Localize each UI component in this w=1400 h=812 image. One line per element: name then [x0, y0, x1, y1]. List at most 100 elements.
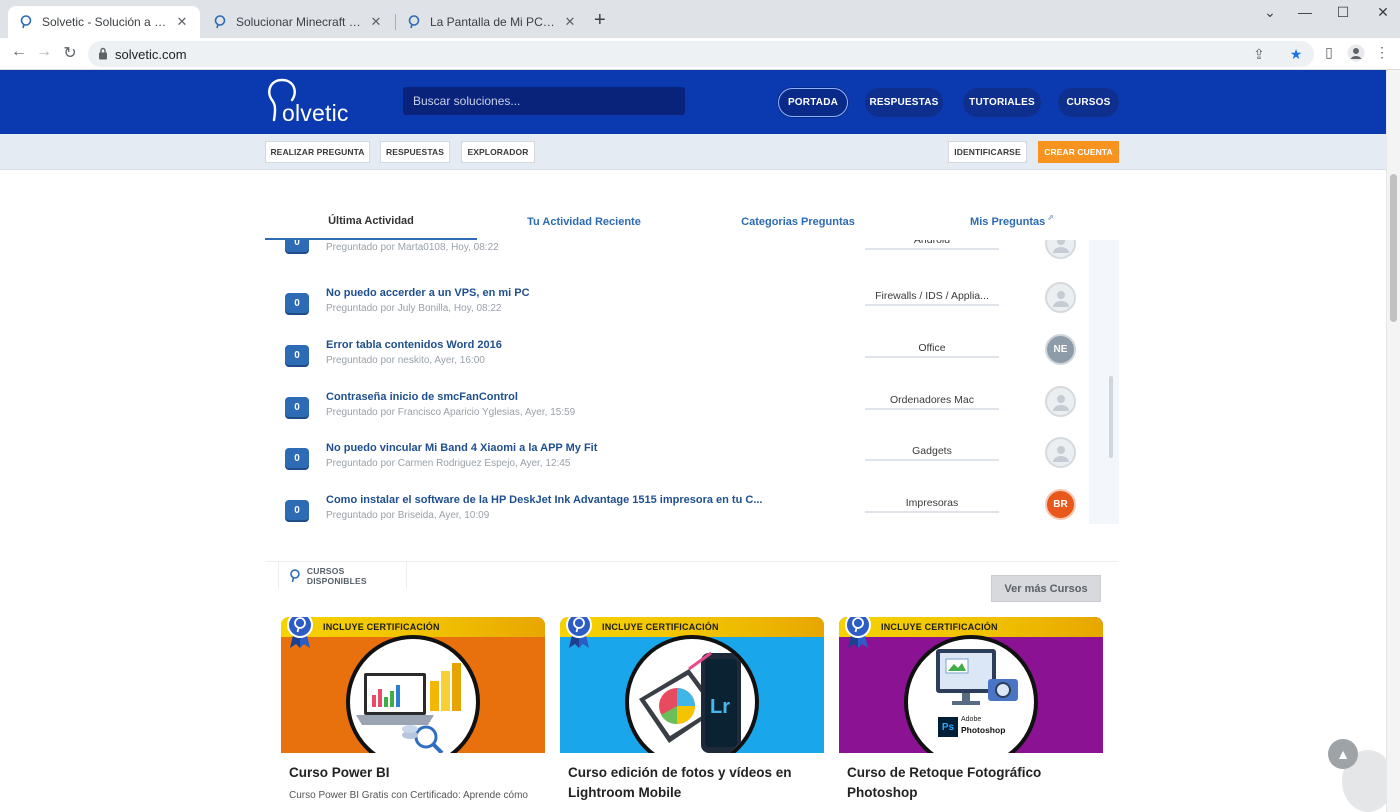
action-subbar: REALIZAR PREGUNTA RESPUESTAS EXPLORADOR …	[0, 134, 1386, 170]
course-description: Curso Power BI Gratis con Certificado: A…	[289, 790, 528, 801]
course-image[interactable]: INCLUYE CERTIFICACIÓN Ps Adobe Photoshop	[839, 617, 1103, 753]
tab-title: La Pantalla de Mi PC no se ve Cor	[430, 15, 556, 29]
browser-tabstrip: Solvetic - Solución a los problem ✕ Solu…	[0, 0, 1400, 38]
course-title[interactable]: Curso Power BI	[289, 763, 539, 783]
category-tag[interactable]: Firewalls / IDS / Applia...	[865, 288, 999, 306]
ribbon-text: INCLUYE CERTIFICACIÓN	[602, 622, 719, 632]
avatar[interactable]	[1045, 437, 1076, 468]
answers-button[interactable]: RESPUESTAS	[380, 141, 450, 163]
avatar[interactable]	[1045, 240, 1076, 259]
question-row[interactable]: 0 Error tabla contenidos Word 2016 Pregu…	[265, 334, 1085, 391]
tab-mis-preguntas[interactable]: Mis Preguntas ⇗	[905, 204, 1119, 240]
question-row[interactable]: 0 Contraseña inicio de smcFanControl Pre…	[265, 386, 1085, 443]
question-meta: Preguntado por Briseida, Ayer, 10:09	[326, 510, 490, 521]
explorer-button[interactable]: EXPLORADOR	[461, 141, 535, 163]
list-scrollbar[interactable]	[1109, 376, 1113, 458]
avatar[interactable]	[1045, 282, 1076, 313]
question-meta: Preguntado por Marta0108, Hoy, 08:22	[326, 242, 499, 253]
question-title[interactable]: Error tabla contenidos Word 2016	[326, 339, 502, 351]
tab-search-icon[interactable]: ⌄	[1255, 4, 1285, 21]
user-placeholder-icon	[1052, 394, 1069, 411]
question-meta: Preguntado por Francisco Aparicio Yglesi…	[326, 407, 576, 418]
tab-title: Solvetic - Solución a los problem	[42, 15, 168, 29]
site-header: olvetic PORTADA RESPUESTAS TUTORIALES CU…	[0, 70, 1386, 134]
category-tag[interactable]: Gadgets	[865, 443, 999, 461]
ribbon-text: INCLUYE CERTIFICACIÓN	[881, 622, 998, 632]
course-illustration: Ps Adobe Photoshop	[904, 635, 1038, 753]
ribbon-text: INCLUYE CERTIFICACIÓN	[323, 622, 440, 632]
menu-kebab-icon[interactable]: ⋮	[1373, 44, 1391, 61]
question-title[interactable]: No puedo vincular Mi Band 4 Xiaomi a la …	[326, 442, 597, 454]
question-title[interactable]: Como instalar el software de la HP DeskJ…	[326, 494, 763, 506]
tab-categorias[interactable]: Categorias Preguntas	[691, 204, 905, 240]
course-card-photoshop[interactable]: INCLUYE CERTIFICACIÓN Ps Adobe Photoshop	[839, 617, 1103, 812]
laptop-chart-icon	[356, 663, 461, 753]
avatar[interactable]	[1045, 386, 1076, 417]
share-icon[interactable]: ⇪	[1250, 46, 1268, 63]
nav-portada[interactable]: PORTADA	[778, 88, 848, 117]
tab-tu-actividad[interactable]: Tu Actividad Reciente	[477, 204, 691, 240]
solvetic-bulb-icon	[290, 568, 300, 582]
minimize-icon[interactable]: —	[1290, 4, 1320, 20]
address-bar[interactable]: solvetic.com ⇪ ★	[88, 41, 1314, 67]
question-row[interactable]: 0 Como instalar el software de la HP Des…	[265, 489, 1085, 524]
avatar[interactable]: BR	[1045, 489, 1076, 520]
browser-tab-2[interactable]: Solucionar Minecraft Launcher no ✕	[202, 6, 394, 38]
tab-title: Solucionar Minecraft Launcher no	[236, 15, 362, 29]
side-panel-icon[interactable]: ▯	[1320, 44, 1338, 61]
lightroom-phone-icon: Lr	[639, 651, 741, 753]
course-card-lightroom[interactable]: INCLUYE CERTIFICACIÓN Lr Curso edición d…	[560, 617, 824, 812]
category-tag[interactable]: Ordenadores Mac	[865, 392, 999, 410]
bookmark-star-icon[interactable]: ★	[1287, 46, 1305, 63]
close-tab-icon[interactable]: ✕	[174, 14, 190, 30]
answer-count-badge: 0	[285, 500, 309, 520]
maximize-icon[interactable]: ☐	[1328, 4, 1358, 21]
category-tag[interactable]: Android	[865, 240, 999, 250]
question-row[interactable]: 0 No puedo vincular Mi Band 4 Xiaomi a l…	[265, 437, 1085, 494]
solvetic-logo[interactable]: olvetic	[264, 76, 374, 128]
course-card-power-bi[interactable]: INCLUYE CERTIFICACIÓN Curso Power BI Cur…	[281, 617, 545, 812]
solvetic-favicon	[214, 15, 226, 29]
category-tag[interactable]: Impresoras	[865, 495, 999, 513]
question-title[interactable]: No puedo accerder a un VPS, en mi PC	[326, 287, 530, 299]
question-row[interactable]: 0 No puedo accerder a un VPS, en mi PC P…	[265, 282, 1085, 339]
course-image[interactable]: INCLUYE CERTIFICACIÓN Lr	[560, 617, 824, 753]
browser-tab-1[interactable]: Solvetic - Solución a los problem ✕	[8, 6, 200, 38]
login-button[interactable]: IDENTIFICARSE	[948, 141, 1027, 163]
scroll-to-top-icon[interactable]: ▲	[1328, 739, 1358, 769]
browser-tab-3[interactable]: La Pantalla de Mi PC no se ve Cor ✕	[396, 6, 588, 38]
certificate-medal-icon	[845, 617, 871, 648]
site-search-input[interactable]	[403, 87, 685, 115]
solvetic-favicon	[20, 15, 32, 29]
forward-icon[interactable]: →	[33, 43, 55, 61]
avatar[interactable]: NE	[1045, 334, 1076, 365]
course-title[interactable]: Curso de Retoque Fotográfico Photoshop	[847, 763, 1097, 803]
reload-icon[interactable]: ↻	[59, 43, 81, 63]
scrollbar-thumb[interactable]	[1390, 174, 1397, 322]
category-tag[interactable]: Office	[865, 340, 999, 358]
nav-cursos[interactable]: CURSOS	[1058, 88, 1119, 117]
course-title[interactable]: Curso edición de fotos y vídeos en Light…	[568, 763, 818, 803]
close-window-icon[interactable]: ✕	[1368, 4, 1398, 21]
profile-icon[interactable]	[1347, 44, 1365, 62]
question-title[interactable]: Contraseña inicio de smcFanControl	[326, 391, 518, 403]
signup-button[interactable]: CREAR CUENTA	[1038, 141, 1119, 163]
more-courses-button[interactable]: Ver más Cursos	[991, 575, 1101, 602]
close-tab-icon[interactable]: ✕	[562, 14, 578, 30]
course-image[interactable]: INCLUYE CERTIFICACIÓN	[281, 617, 545, 753]
nav-tutoriales[interactable]: TUTORIALES	[963, 88, 1041, 117]
lock-icon[interactable]	[98, 47, 108, 60]
ask-question-button[interactable]: REALIZAR PREGUNTA	[265, 141, 370, 163]
tab-ultima-actividad[interactable]: Última Actividad	[265, 204, 477, 240]
new-tab-icon[interactable]: +	[594, 10, 606, 30]
close-tab-icon[interactable]: ✕	[368, 14, 384, 30]
page-scrollbar[interactable]	[1386, 70, 1400, 812]
nav-respuestas[interactable]: RESPUESTAS	[865, 88, 943, 117]
certification-ribbon: INCLUYE CERTIFICACIÓN	[560, 617, 824, 637]
solvetic-favicon	[408, 15, 420, 29]
answer-count-badge: 0	[285, 448, 309, 468]
question-row[interactable]: 0 Preguntado por Marta0108, Hoy, 08:22 A…	[265, 240, 1085, 290]
adobe-text: Adobe	[961, 716, 982, 723]
back-icon[interactable]: ←	[8, 43, 30, 61]
answer-count-badge: 0	[285, 240, 309, 252]
